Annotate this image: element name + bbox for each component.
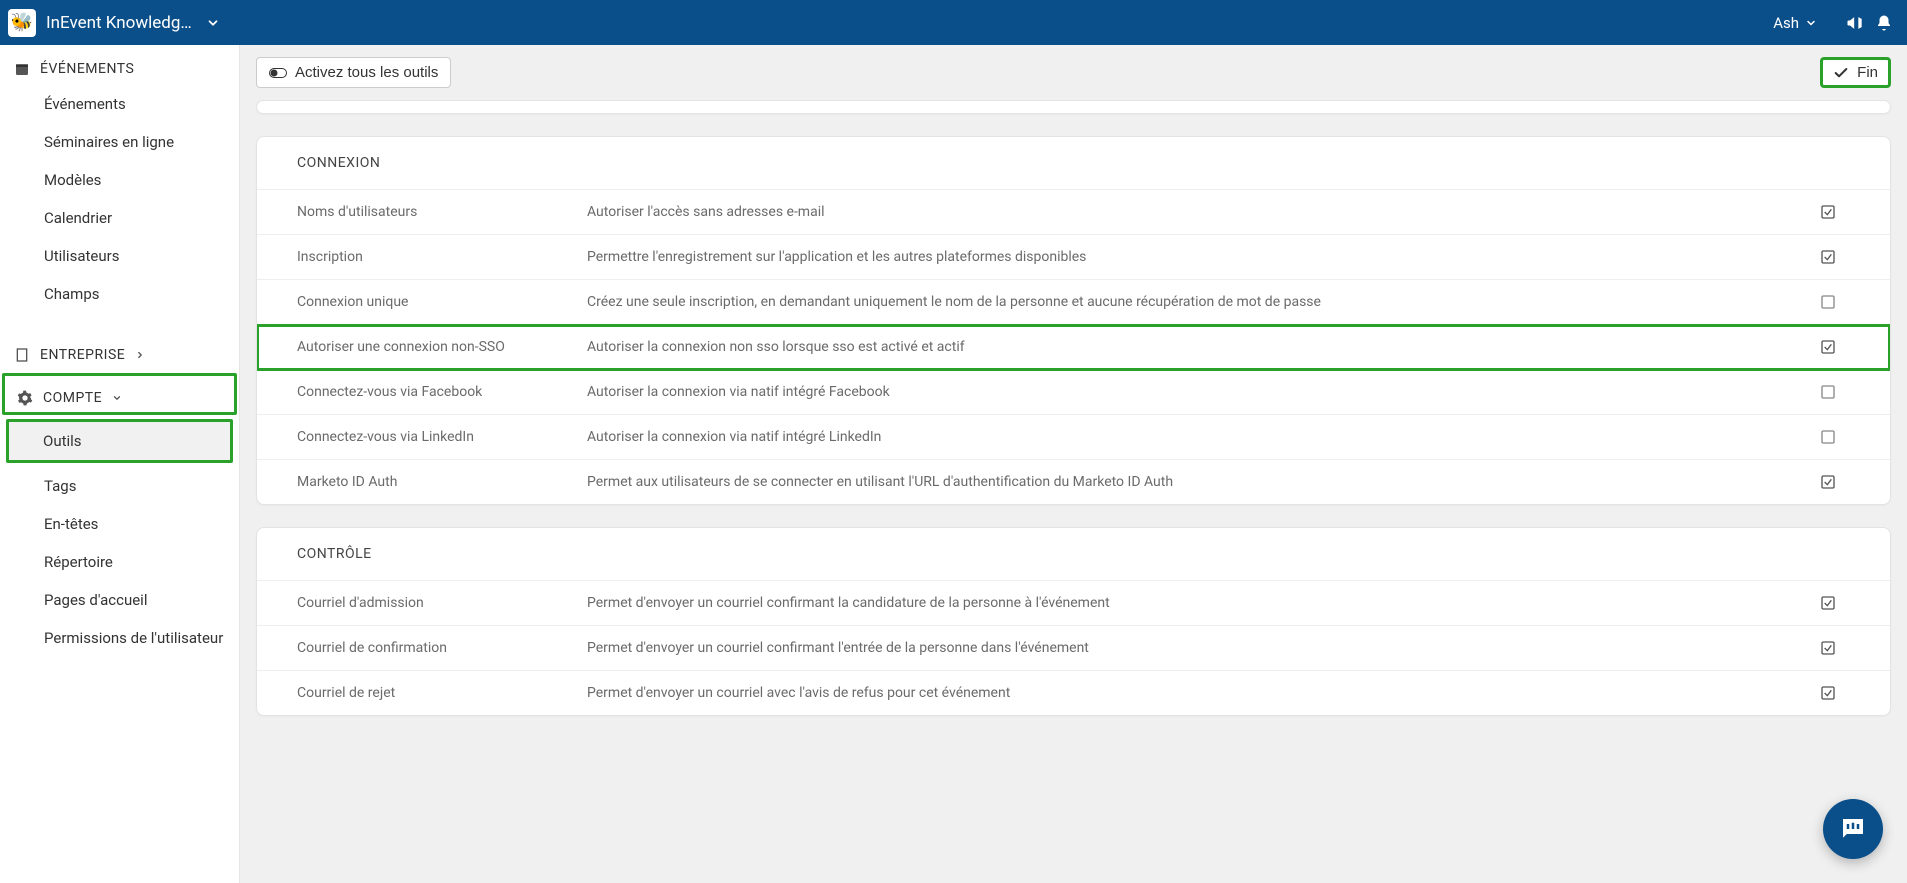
setting-name: Connectez-vous via Facebook [257, 370, 577, 415]
sidebar-item-calendar[interactable]: Calendrier [0, 199, 239, 237]
setting-name: Courriel de confirmation [257, 626, 577, 671]
setting-checkbox[interactable] [1810, 415, 1890, 460]
setting-description: Autoriser l'accès sans adresses e-mail [577, 190, 1810, 235]
sidebar-section-label: ÉVÉNEMENTS [40, 61, 134, 77]
sidebar-item-user-permissions[interactable]: Permissions de l'utilisateur [0, 619, 239, 657]
setting-checkbox[interactable] [1810, 280, 1890, 325]
setting-name: Connectez-vous via LinkedIn [257, 415, 577, 460]
setting-checkbox[interactable] [1810, 325, 1890, 370]
table-row: Courriel d'admissionPermet d'envoyer un … [257, 581, 1890, 626]
setting-checkbox[interactable] [1810, 460, 1890, 505]
setting-checkbox[interactable] [1810, 235, 1890, 280]
table-row: Noms d'utilisateursAutoriser l'accès san… [257, 190, 1890, 235]
settings-panel-connexion: CONNEXION Noms d'utilisateursAutoriser l… [256, 136, 1891, 505]
chat-icon [1838, 814, 1868, 844]
app-title[interactable]: InEvent Knowledge … [46, 13, 196, 33]
gear-icon [17, 390, 33, 406]
panel-title: CONNEXION [257, 137, 1890, 189]
setting-description: Autoriser la connexion via natif intégré… [577, 415, 1810, 460]
setting-description: Permet aux utilisateurs de se connecter … [577, 460, 1810, 505]
chevron-down-icon [1805, 17, 1817, 29]
chevron-down-icon [112, 393, 122, 403]
setting-description: Autoriser la connexion non sso lorsque s… [577, 325, 1810, 370]
settings-table: Noms d'utilisateursAutoriser l'accès san… [257, 189, 1890, 504]
sidebar-item-events[interactable]: Événements [0, 85, 239, 123]
setting-description: Permet d'envoyer un courriel avec l'avis… [577, 671, 1810, 716]
sidebar-item-tags[interactable]: Tags [0, 467, 239, 505]
sidebar-item-directory[interactable]: Répertoire [0, 543, 239, 581]
sidebar-item-tools[interactable]: Outils [6, 419, 233, 463]
setting-description: Autoriser la connexion via natif intégré… [577, 370, 1810, 415]
sidebar-section-account[interactable]: COMPTE [2, 373, 237, 415]
setting-description: Permet d'envoyer un courriel confirmant … [577, 581, 1810, 626]
intercom-launcher[interactable] [1823, 799, 1883, 859]
setting-checkbox[interactable] [1810, 370, 1890, 415]
sidebar: ÉVÉNEMENTS Événements Séminaires en lign… [0, 45, 240, 883]
setting-name: Autoriser une connexion non-SSO [257, 325, 577, 370]
sidebar-item-landing-pages[interactable]: Pages d'accueil [0, 581, 239, 619]
panel-cutoff-top [256, 100, 1891, 114]
table-row: Courriel de rejetPermet d'envoyer un cou… [257, 671, 1890, 716]
setting-name: Noms d'utilisateurs [257, 190, 577, 235]
check-icon [1833, 65, 1849, 81]
chevron-down-icon[interactable] [206, 16, 220, 30]
setting-name: Courriel de rejet [257, 671, 577, 716]
setting-name: Connexion unique [257, 280, 577, 325]
setting-description: Permet d'envoyer un courriel confirmant … [577, 626, 1810, 671]
calendar-icon [14, 61, 30, 77]
button-label: Fin [1857, 64, 1878, 81]
user-menu[interactable]: Ash [1773, 14, 1817, 32]
setting-description: Permettre l'enregistrement sur l'applica… [577, 235, 1810, 280]
sidebar-section-company[interactable]: ENTREPRISE [0, 331, 239, 371]
button-label: Activez tous les outils [295, 64, 438, 81]
finish-button[interactable]: Fin [1820, 57, 1891, 88]
setting-checkbox[interactable] [1810, 581, 1890, 626]
chevron-right-icon [135, 350, 145, 360]
setting-description: Créez une seule inscription, en demandan… [577, 280, 1810, 325]
main-content: Activez tous les outils Fin CONNEXION No… [240, 45, 1907, 883]
sidebar-section-events[interactable]: ÉVÉNEMENTS [0, 45, 239, 85]
user-name: Ash [1773, 14, 1799, 32]
topbar: 🐝 InEvent Knowledge … Ash [0, 0, 1907, 45]
bell-icon[interactable] [1875, 14, 1893, 32]
settings-panel-controle: CONTRÔLE Courriel d'admissionPermet d'en… [256, 527, 1891, 716]
table-row: Connectez-vous via LinkedInAutoriser la … [257, 415, 1890, 460]
page-toolbar: Activez tous les outils Fin [256, 45, 1891, 100]
sidebar-item-fields[interactable]: Champs [0, 275, 239, 313]
toggle-icon [269, 67, 287, 79]
sidebar-section-label: ENTREPRISE [40, 347, 125, 363]
sidebar-item-headers[interactable]: En-têtes [0, 505, 239, 543]
setting-checkbox[interactable] [1810, 626, 1890, 671]
panel-title: CONTRÔLE [257, 528, 1890, 580]
sidebar-item-webinars[interactable]: Séminaires en ligne [0, 123, 239, 161]
sidebar-item-templates[interactable]: Modèles [0, 161, 239, 199]
setting-checkbox[interactable] [1810, 190, 1890, 235]
app-logo[interactable]: 🐝 [8, 9, 36, 37]
table-row: Connexion uniqueCréez une seule inscript… [257, 280, 1890, 325]
activate-all-tools-button[interactable]: Activez tous les outils [256, 57, 451, 88]
settings-table: Courriel d'admissionPermet d'envoyer un … [257, 580, 1890, 715]
announcement-icon[interactable] [1845, 13, 1865, 33]
table-row: InscriptionPermettre l'enregistrement su… [257, 235, 1890, 280]
setting-name: Marketo ID Auth [257, 460, 577, 505]
table-row: Autoriser une connexion non-SSOAutoriser… [257, 325, 1890, 370]
building-icon [14, 347, 30, 363]
table-row: Connectez-vous via FacebookAutoriser la … [257, 370, 1890, 415]
sidebar-section-label: COMPTE [43, 390, 102, 406]
setting-name: Courriel d'admission [257, 581, 577, 626]
table-row: Courriel de confirmationPermet d'envoyer… [257, 626, 1890, 671]
setting-name: Inscription [257, 235, 577, 280]
table-row: Marketo ID AuthPermet aux utilisateurs d… [257, 460, 1890, 505]
setting-checkbox[interactable] [1810, 671, 1890, 716]
sidebar-item-users[interactable]: Utilisateurs [0, 237, 239, 275]
